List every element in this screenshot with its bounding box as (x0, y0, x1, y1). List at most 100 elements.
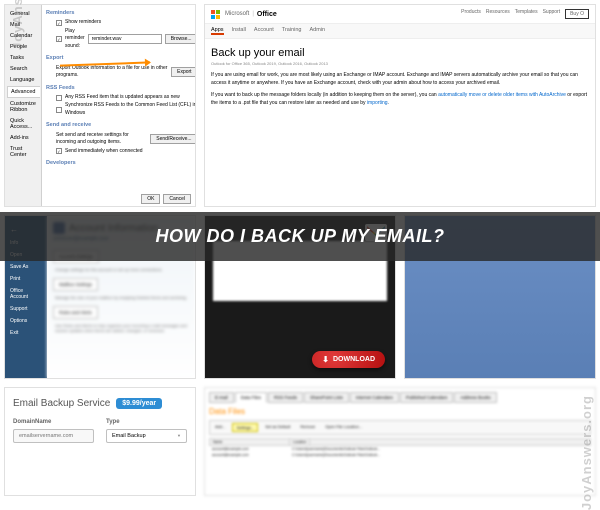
download-button[interactable]: DOWNLOAD (312, 351, 385, 368)
checkbox-icon[interactable]: ✓ (56, 36, 62, 42)
header: Microsoft | Office Products Resources Te… (205, 5, 595, 24)
checkbox-icon[interactable]: ✓ (56, 20, 62, 26)
browse-button[interactable]: Browse... (165, 34, 196, 44)
service-title: Email Backup Service (13, 398, 110, 409)
sidebar-item[interactable]: Tasks (7, 53, 39, 63)
export-button[interactable]: Export (171, 67, 196, 77)
tab-sharepoint[interactable]: SharePoint Lists (304, 392, 349, 403)
data-files-table: NameLocation account@example.comC:\Users… (209, 438, 591, 458)
divider: | (252, 11, 254, 17)
table-row[interactable]: account@example.comC:\Users\[username]\D… (209, 452, 591, 458)
paragraph-1: If you are using email for work, you are… (211, 71, 589, 87)
buy-button[interactable]: Buy O (565, 9, 589, 19)
open-location-button[interactable]: Open File Location... (322, 423, 365, 432)
sidebar-item[interactable]: Trust Center (7, 144, 39, 160)
type-select[interactable]: Email Backup (106, 429, 187, 443)
data-files-tile: E-mail Data Files RSS Feeds SharePoint L… (204, 387, 596, 496)
nav-link[interactable]: Templates (515, 9, 538, 19)
col-location: Location (290, 439, 310, 445)
rules-alerts-button[interactable]: Rules and Alerts (53, 306, 98, 319)
sendrec-desc: Set send and receive settings for incomi… (56, 132, 147, 147)
top-nav: Products Resources Templates Support Buy… (461, 9, 589, 19)
play-sound-label: Play reminder sound: (65, 28, 85, 51)
toolbar: Add... Settings... Set as Default Remove… (209, 420, 591, 435)
nav-link[interactable]: Support (543, 9, 561, 19)
outlook-options-tile: General Mail Calendar People Tasks Searc… (4, 4, 196, 207)
sidebar-item-advanced[interactable]: Advanced (7, 86, 40, 98)
cancel-button[interactable]: Cancel (163, 194, 191, 204)
tabs: E-mail Data Files RSS Feeds SharePoint L… (209, 392, 591, 403)
subnav-install[interactable]: Install (232, 27, 246, 35)
checkbox-icon[interactable] (56, 107, 62, 113)
sidebar-item[interactable]: Office Account (8, 285, 44, 303)
sidebar-item[interactable]: Quick Access... (7, 116, 39, 132)
tab-address[interactable]: Address Books (454, 392, 496, 403)
col-name: Name (210, 439, 290, 445)
data-files-heading: Data Files (209, 407, 591, 416)
show-reminders-label: Show reminders (65, 19, 196, 27)
tab-data-files[interactable]: Data Files (235, 392, 267, 403)
ok-button[interactable]: OK (141, 194, 160, 204)
checkbox-icon[interactable]: ✓ (56, 148, 62, 154)
sub-nav: Apps Install Account Training Admin (205, 24, 595, 39)
mailbox-settings-button[interactable]: Mailbox Settings (53, 278, 98, 291)
sidebar-item[interactable]: Print (8, 273, 44, 285)
subnav-training[interactable]: Training (282, 27, 302, 35)
sidebar-item[interactable]: Customize Ribbon (7, 99, 39, 115)
sidebar-item[interactable]: Search (7, 64, 39, 74)
watermark-right: JoyAnswers.org (579, 395, 594, 510)
reminders-heading: Reminders (46, 9, 196, 17)
rss-opt-2: Synchronize RSS Feeds to the Common Feed… (65, 102, 196, 117)
account-settings-desc: Change settings for this account or set … (55, 267, 189, 272)
sidebar-item[interactable]: Exit (8, 327, 44, 339)
settings-button[interactable]: Settings... (232, 423, 258, 432)
sidebar-item[interactable]: Language (7, 75, 39, 85)
domain-input[interactable] (13, 429, 94, 443)
paragraph-2: If you want to back up the message folde… (211, 91, 589, 107)
remove-button[interactable]: Remove (297, 423, 318, 432)
page-title: Back up your email (211, 47, 589, 59)
send-immediate-label: Send immediately when connected (65, 148, 196, 156)
developers-heading: Developers (46, 159, 196, 167)
options-main: Reminders ✓Show reminders ✓Play reminder… (42, 5, 196, 206)
microsoft-logo-icon (211, 10, 220, 19)
article: Back up your email Outlook for Office 36… (205, 39, 595, 119)
subnav-admin[interactable]: Admin (309, 27, 325, 35)
export-desc: Export Outlook information to a file for… (56, 65, 168, 80)
tab-rss[interactable]: RSS Feeds (268, 392, 303, 403)
default-button[interactable]: Set as Default (262, 423, 293, 432)
sidebar-item[interactable]: Support (8, 303, 44, 315)
logo: Microsoft | Office (211, 10, 277, 19)
banner-question: HOW DO I BACK UP MY EMAIL? (0, 226, 600, 247)
domain-label: DomainName (13, 419, 94, 425)
applies-to: Outlook for Office 365, Outlook 2019, Ou… (211, 61, 589, 66)
price-badge: $9.99/year (116, 398, 162, 409)
tab-pub-cal[interactable]: Published Calendars (400, 392, 454, 403)
export-heading: Export (46, 54, 196, 62)
nav-link[interactable]: Resources (486, 9, 510, 19)
rss-heading: RSS Feeds (46, 84, 196, 92)
subnav-account[interactable]: Account (254, 27, 274, 35)
sidebar-item[interactable]: Options (8, 315, 44, 327)
sendrec-heading: Send and receive (46, 121, 196, 129)
sidebar-item[interactable]: Add-ins (7, 133, 39, 143)
reminder-file-input[interactable] (88, 34, 162, 44)
send-receive-button[interactable]: Send/Receive... (150, 134, 196, 144)
rss-opt-1: Any RSS Feed item that is updated appear… (65, 94, 196, 102)
subnav-apps[interactable]: Apps (211, 27, 224, 35)
importing-link[interactable]: importing (367, 100, 388, 106)
nav-link[interactable]: Products (461, 9, 481, 19)
rules-desc: Use Rules and Alerts to help organize yo… (55, 323, 189, 333)
add-button[interactable]: Add... (212, 423, 228, 432)
tab-calendars[interactable]: Internet Calendars (350, 392, 399, 403)
brand-microsoft: Microsoft (225, 11, 249, 17)
sidebar-item[interactable]: Save As (8, 261, 44, 273)
tab-email[interactable]: E-mail (209, 392, 234, 403)
checkbox-icon[interactable] (56, 95, 62, 101)
overlay-banner: HOW DO I BACK UP MY EMAIL? (0, 212, 600, 261)
mailbox-desc: Manage the size of your mailbox by empty… (55, 295, 189, 300)
brand-office: Office (257, 11, 277, 18)
watermark-left: JoyAnswers.org (10, 0, 25, 50)
autoarchive-link[interactable]: automatically move or delete older items… (438, 92, 566, 98)
ms-office-support-tile: Microsoft | Office Products Resources Te… (204, 4, 596, 207)
